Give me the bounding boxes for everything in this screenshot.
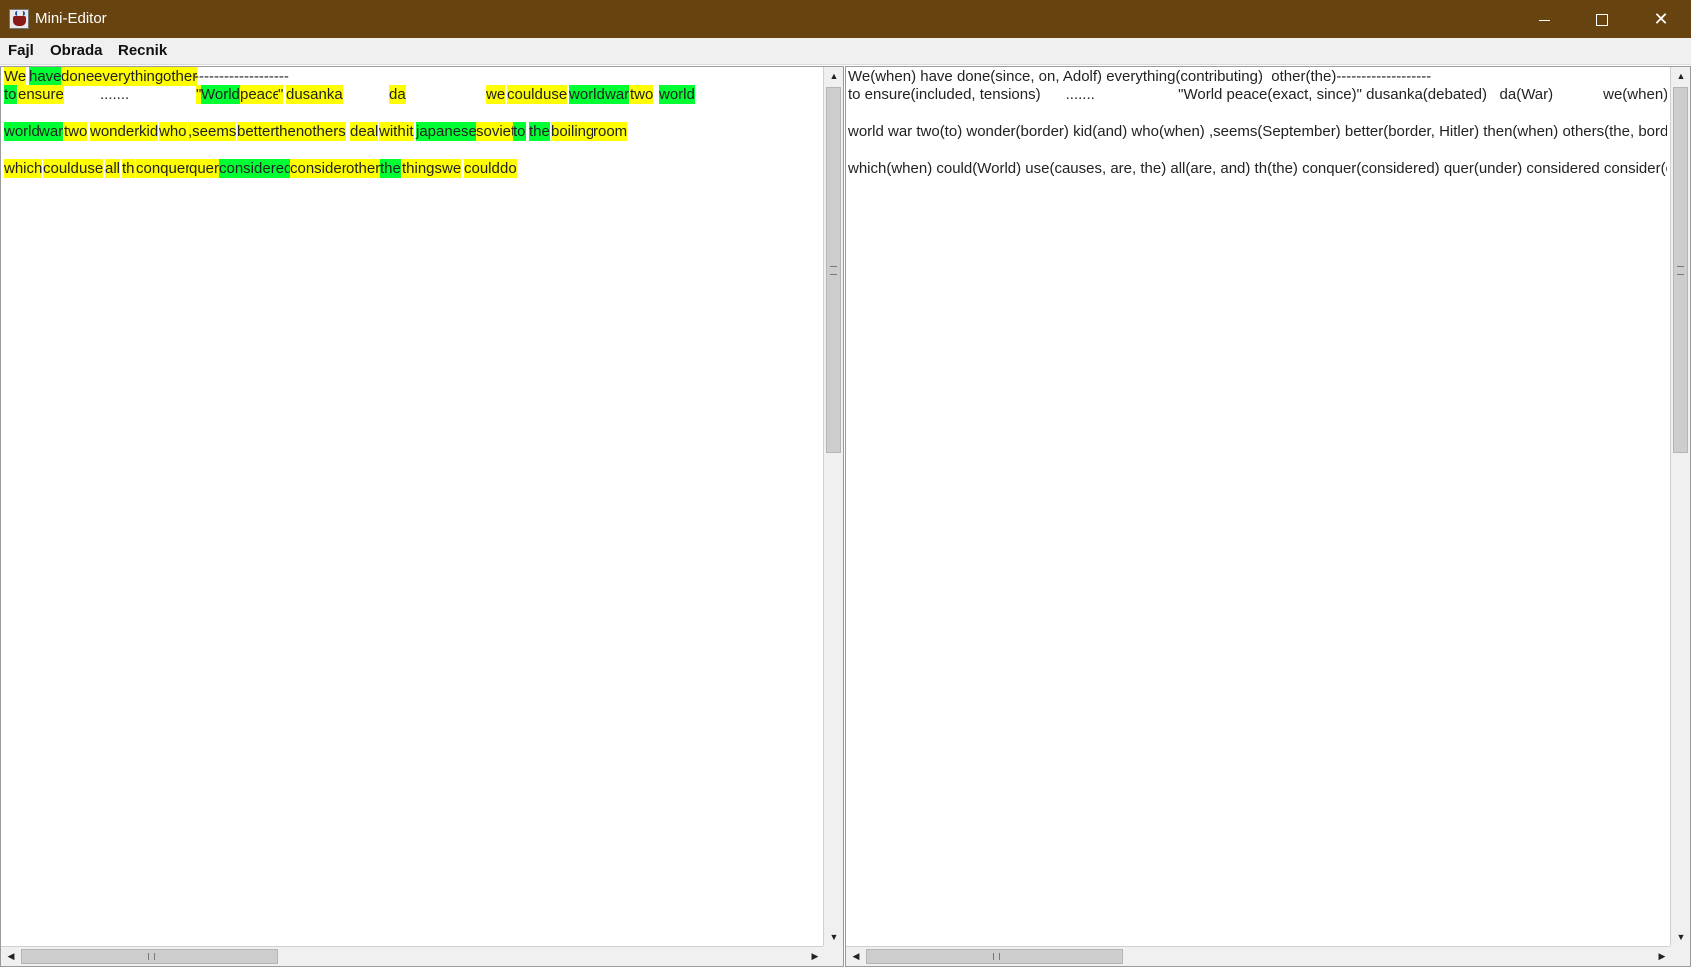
left-vertical-thumb[interactable] [826, 87, 841, 453]
left-word-0-1: have [29, 67, 62, 86]
left-word-2-5: who [159, 122, 187, 141]
left-word-2-15: to [513, 122, 526, 141]
close-icon: ✕ [1653, 9, 1669, 29]
grip-icon [830, 266, 837, 275]
left-word-2-8: then [275, 122, 305, 141]
left-word-1-10: could [507, 85, 543, 104]
left-word-2-17: boiling [551, 122, 595, 141]
left-word-2-9: others [304, 122, 346, 141]
left-word-0-4: other [163, 67, 198, 86]
left-word-3-5: conquer [136, 159, 191, 178]
left-word-2-13: japanese [416, 122, 477, 141]
left-word-1-2: ....... [100, 86, 130, 103]
left-word-1-6: " [278, 85, 284, 104]
right-text-area[interactable]: We(when) have done(since, on, Adolf) eve… [847, 67, 1667, 943]
grip-icon [148, 953, 155, 960]
left-word-1-15: world [659, 85, 695, 104]
left-word-3-3: all [105, 159, 121, 178]
left-word-2-14: soviet [476, 122, 516, 141]
title-bar: Mini-Editor ✕ [0, 0, 1691, 38]
left-word-3-9: other [346, 159, 381, 178]
left-word-1-12: world [569, 85, 605, 104]
left-word-1-7: dusanka [286, 85, 343, 104]
left-word-2-0: world [4, 122, 40, 141]
left-word-2-16: the [529, 122, 550, 141]
right-horizontal-scrollbar[interactable]: ◀ ▶ [846, 946, 1672, 966]
left-word-2-7: better [237, 122, 276, 141]
left-word-1-14: two [630, 85, 654, 104]
scroll-down-icon[interactable]: ▼ [824, 928, 843, 946]
scroll-up-icon[interactable]: ▲ [824, 67, 843, 85]
left-word-3-4: th [122, 159, 135, 178]
close-button[interactable]: ✕ [1632, 0, 1690, 38]
left-word-2-18: room [593, 122, 628, 141]
left-word-1-5: peace [240, 85, 281, 104]
cup-shape [13, 16, 26, 26]
menu-obrada[interactable]: Obrada [50, 42, 103, 60]
scroll-left-icon[interactable]: ◀ [846, 947, 866, 965]
menu-recnik[interactable]: Recnik [118, 42, 167, 60]
left-word-3-6: quer [189, 159, 220, 178]
grip-icon [993, 953, 1000, 960]
right-editor-pane: We(when) have done(since, on, Adolf) eve… [845, 66, 1691, 967]
window-title: Mini-Editor [35, 10, 107, 27]
left-word-2-4: kid [139, 122, 159, 141]
left-word-3-2: use [79, 159, 104, 178]
left-word-3-12: we [442, 159, 462, 178]
scroll-right-icon[interactable]: ▶ [805, 947, 825, 965]
left-word-3-7: considered [219, 159, 293, 178]
left-word-0-3: everything [94, 67, 164, 86]
left-word-2-11: with [379, 122, 406, 141]
left-word-3-0: which [4, 159, 43, 178]
grip-icon [1677, 266, 1684, 275]
left-editor-pane: We have done everything other ---------------… [0, 66, 844, 967]
left-word-3-11: things [402, 159, 443, 178]
scroll-right-icon[interactable]: ▶ [1652, 947, 1672, 965]
left-vertical-scrollbar[interactable]: ▲ ▼ [823, 67, 843, 946]
maximize-icon [1596, 14, 1608, 27]
right-line-1: to ensure(included, tensions) ....... "W… [848, 86, 1667, 103]
right-line-3: which(when) could(World) use(causes, are… [848, 160, 1667, 177]
left-word-2-3: wonder [90, 122, 140, 141]
java-app-icon [9, 9, 29, 29]
left-word-1-0: to [4, 85, 17, 104]
left-text-area[interactable]: We have done everything other ---------------… [2, 67, 822, 943]
left-horizontal-scrollbar[interactable]: ◀ ▶ [1, 946, 825, 966]
left-word-0-5: ------------------- [194, 68, 289, 85]
menu-bar: Fajl Obrada Recnik [0, 38, 1691, 65]
left-word-3-14: do [500, 159, 517, 178]
left-word-2-12: it [406, 122, 414, 141]
left-word-1-9: we [486, 85, 506, 104]
left-word-2-1: war [39, 122, 64, 141]
left-word-2-2: two [64, 122, 88, 141]
left-word-1-1: ensure [18, 85, 64, 104]
left-horizontal-thumb[interactable] [21, 949, 278, 964]
left-word-1-11: use [543, 85, 568, 104]
left-word-1-4: World [201, 85, 240, 104]
right-line-2: world war two(to) wonder(border) kid(and… [848, 123, 1667, 140]
left-word-0-2: done [61, 67, 95, 86]
left-word-1-13: war [605, 85, 630, 104]
left-word-2-6: ,seems [188, 122, 237, 141]
maximize-button[interactable] [1573, 0, 1631, 38]
scrollbar-corner [1670, 946, 1690, 966]
left-word-1-8: da [389, 85, 406, 104]
right-vertical-thumb[interactable] [1673, 87, 1688, 453]
scroll-left-icon[interactable]: ◀ [1, 947, 21, 965]
right-line-0: We(when) have done(since, on, Adolf) eve… [848, 68, 1432, 85]
left-word-3-10: the [380, 159, 401, 178]
scrollbar-corner [823, 946, 843, 966]
left-word-3-1: could [43, 159, 79, 178]
right-vertical-scrollbar[interactable]: ▲ ▼ [1670, 67, 1690, 946]
left-word-3-13: could [464, 159, 500, 178]
left-word-3-8: consider [290, 159, 347, 178]
minimize-icon [1538, 19, 1550, 21]
left-word-0-0: We [4, 67, 27, 86]
right-horizontal-thumb[interactable] [866, 949, 1123, 964]
minimize-button[interactable] [1515, 0, 1573, 38]
scroll-down-icon[interactable]: ▼ [1671, 928, 1690, 946]
menu-fajl[interactable]: Fajl [8, 42, 34, 60]
left-word-2-10: deal [350, 122, 379, 141]
scroll-up-icon[interactable]: ▲ [1671, 67, 1690, 85]
